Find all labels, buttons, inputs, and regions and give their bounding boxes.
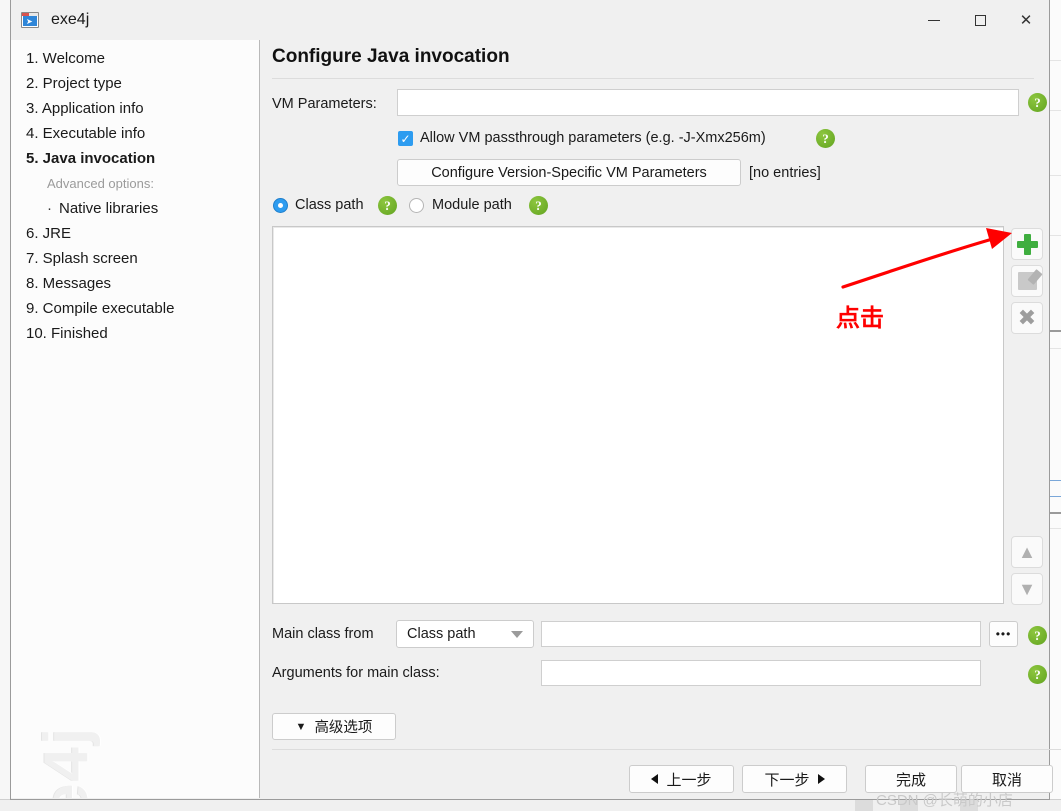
sidebar-item-label: 3. Application info — [26, 100, 144, 117]
window-controls: ✕ — [911, 0, 1049, 40]
sidebar-item-label: 1. Welcome — [26, 50, 105, 67]
main-class-source-value: Class path — [407, 626, 476, 642]
sidebar-item-splash-screen[interactable]: 7. Splash screen — [11, 246, 259, 271]
sidebar-item-label: 7. Splash screen — [26, 250, 138, 267]
footer-divider — [272, 749, 1061, 750]
sidebar-item-label: 2. Project type — [26, 75, 122, 92]
finish-button-label: 完成 — [895, 771, 926, 789]
module-path-help-icon[interactable]: ? — [529, 196, 548, 215]
sidebar-item-label: 8. Messages — [26, 275, 112, 292]
sidebar-item-label: 10. Finished — [26, 325, 108, 342]
edit-classpath-entry-button[interactable] — [1011, 265, 1043, 297]
sidebar-item-native-libraries[interactable]: · Native libraries — [11, 196, 259, 221]
window-title: exe4j — [51, 11, 90, 28]
module-path-radio[interactable] — [409, 198, 424, 213]
vm-parameters-label: VM Parameters: — [272, 96, 377, 112]
background-taskbar — [0, 799, 1061, 811]
maximize-icon[interactable] — [957, 0, 1003, 40]
x-icon: ✖ — [1017, 305, 1037, 330]
main-class-input[interactable] — [541, 621, 981, 647]
sidebar-item-label: 5. Java invocation — [26, 150, 156, 167]
arguments-help-icon[interactable]: ? — [1028, 665, 1047, 684]
arrow-right-icon — [817, 774, 825, 784]
class-path-label: Class path — [295, 197, 364, 213]
sidebar-item-welcome[interactable]: 1. Welcome — [11, 46, 259, 71]
bullet-icon: · — [47, 200, 52, 217]
exe4j-wizard-window: ➤ exe4j ✕ 1. Welcome 2. Project type 3. … — [10, 0, 1061, 800]
advanced-options-button[interactable]: ▼ 高级选项 — [272, 713, 396, 740]
main-class-help-icon[interactable]: ? — [1028, 626, 1047, 645]
chevron-up-icon: ▲ — [1018, 542, 1036, 562]
pencil-icon — [1017, 272, 1037, 290]
title-divider — [272, 78, 1034, 79]
move-up-button[interactable]: ▲ — [1011, 536, 1043, 568]
cancel-button[interactable]: 取消 — [961, 765, 1053, 793]
sidebar-item-java-invocation[interactable]: 5. Java invocation — [11, 146, 259, 171]
add-classpath-entry-button[interactable] — [1011, 228, 1043, 260]
module-path-label: Module path — [432, 197, 512, 213]
exe4j-app-icon: ➤ — [21, 12, 39, 28]
advanced-options-label: 高级选项 — [314, 720, 373, 736]
allow-passthrough-label: Allow VM passthrough parameters (e.g. -J… — [420, 130, 766, 146]
sidebar-section-advanced-options: Advanced options: — [11, 171, 259, 196]
sidebar-item-jre[interactable]: 6. JRE — [11, 221, 259, 246]
sidebar-item-compile-executable[interactable]: 9. Compile executable — [11, 296, 259, 321]
plus-icon — [1016, 233, 1038, 255]
sidebar-item-executable-info[interactable]: 4. Executable info — [11, 121, 259, 146]
vm-parameters-input[interactable] — [397, 89, 1019, 116]
wizard-step-sidebar: 1. Welcome 2. Project type 3. Applicatio… — [11, 40, 260, 798]
allow-passthrough-help-icon[interactable]: ? — [816, 129, 835, 148]
class-path-listbox[interactable] — [272, 226, 1004, 604]
sidebar-item-application-info[interactable]: 3. Application info — [11, 96, 259, 121]
class-path-radio[interactable] — [273, 198, 288, 213]
sidebar-item-finished[interactable]: 10. Finished — [11, 321, 259, 346]
chevron-down-icon — [511, 630, 523, 638]
allow-passthrough-checkbox[interactable]: ✓ — [398, 131, 413, 146]
chevron-down-icon: ▼ — [1018, 579, 1036, 599]
sidebar-item-label: 4. Executable info — [26, 125, 146, 142]
main-class-source-select[interactable]: Class path — [396, 620, 534, 648]
main-class-browse-button[interactable]: ••• — [989, 621, 1018, 647]
sidebar-item-label: Native libraries — [59, 200, 159, 217]
page-title: Configure Java invocation — [272, 46, 510, 67]
close-icon[interactable]: ✕ — [1003, 0, 1049, 40]
finish-button[interactable]: 完成 — [865, 765, 957, 793]
configure-version-specific-vm-parameters-button[interactable]: Configure Version-Specific VM Parameters — [397, 159, 741, 186]
sidebar-section-label: Advanced options: — [47, 176, 154, 191]
sidebar-item-project-type[interactable]: 2. Project type — [11, 71, 259, 96]
main-class-from-label: Main class from — [272, 626, 374, 642]
sidebar-item-label: 6. JRE — [26, 225, 72, 242]
minimize-icon[interactable] — [911, 0, 957, 40]
sidebar-item-messages[interactable]: 8. Messages — [11, 271, 259, 296]
next-button-label: 下一步 — [764, 771, 810, 789]
remove-classpath-entry-button[interactable]: ✖ — [1011, 302, 1043, 334]
class-path-help-icon[interactable]: ? — [378, 196, 397, 215]
exe4j-watermark: exe4j — [31, 684, 102, 798]
next-button[interactable]: 下一步 — [742, 765, 847, 793]
arrow-left-icon — [651, 774, 659, 784]
arguments-label: Arguments for main class: — [272, 665, 440, 681]
move-down-button[interactable]: ▼ — [1011, 573, 1043, 605]
cancel-button-label: 取消 — [991, 771, 1022, 789]
vm-parameters-help-icon[interactable]: ? — [1028, 93, 1047, 112]
arguments-input[interactable] — [541, 660, 981, 686]
wizard-content-pane: Configure Java invocation VM Parameters:… — [260, 40, 1061, 798]
back-button-label: 上一步 — [666, 771, 712, 789]
dialog-body: 1. Welcome 2. Project type 3. Applicatio… — [11, 40, 1061, 798]
title-bar: ➤ exe4j ✕ — [11, 0, 1049, 40]
sidebar-item-label: 9. Compile executable — [26, 300, 175, 317]
version-specific-status: [no entries] — [749, 165, 821, 181]
back-button[interactable]: 上一步 — [629, 765, 734, 793]
caret-down-icon: ▼ — [295, 720, 307, 733]
